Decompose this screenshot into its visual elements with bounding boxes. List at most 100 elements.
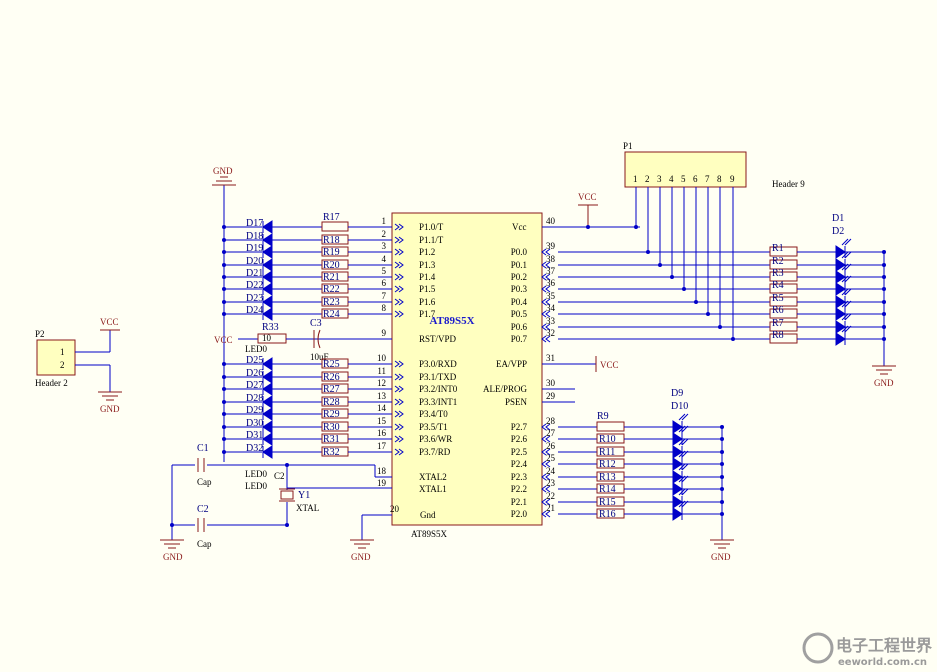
p1-led[interactable] [262, 282, 273, 296]
p3-resistor-label: R30 [323, 422, 340, 433]
reset-led-label: LED0 [245, 344, 267, 354]
p3-led[interactable] [262, 445, 273, 459]
mcu-right-pin-name: P2.0 [511, 509, 528, 519]
p3-led[interactable] [262, 382, 273, 396]
p3-led[interactable] [262, 432, 273, 446]
p0-resistor-label: R8 [772, 330, 784, 341]
p1-led[interactable] [262, 220, 273, 234]
mcu-right-pin-name: P0.6 [511, 322, 528, 332]
p3-led[interactable] [262, 370, 273, 384]
p0-resistor-label: R2 [772, 256, 784, 267]
vcc-label-reset: VCC [214, 335, 233, 345]
watermark-line1: 电子工程世界 [836, 636, 932, 655]
static-wiring: AT89S5X AT89S5X Vcc 40 VCC Gnd 20 GND P1… [35, 141, 896, 562]
mcu-left-pin-name: P1.1/T [419, 235, 444, 245]
header2-name: Header 2 [35, 378, 68, 388]
gnd-label-top-left: GND [213, 166, 233, 176]
p1-led[interactable] [262, 295, 273, 309]
p3-led[interactable] [262, 357, 273, 371]
header2-designator: P2 [35, 329, 45, 339]
crystal-c2: C2 [197, 504, 209, 515]
mcu-right-pin-num: 32 [546, 328, 555, 338]
p1-resistor-label: R17 [323, 212, 340, 223]
header9-body[interactable] [624, 151, 747, 188]
vcc-label-top: VCC [578, 192, 597, 202]
p3-resistor-label: R26 [323, 372, 340, 383]
header9-pin-group: 123456789 [633, 174, 735, 341]
mcu-left-pin-num: 12 [377, 378, 386, 388]
p3-led-label: D25 [246, 355, 263, 366]
mcu-left-pin-num: 19 [377, 478, 387, 488]
p1-resistor-label: R19 [323, 247, 340, 258]
mcu-right-pin-num: 35 [546, 291, 556, 301]
p3-led-label: D32 [246, 443, 263, 454]
p1-led-label: D22 [246, 280, 263, 291]
p1-resistor-label: R20 [323, 260, 340, 271]
mcu-left-pin-num: 16 [377, 428, 387, 438]
gnd-label-mcu: GND [351, 552, 371, 562]
p2-resistor-label: R14 [599, 484, 616, 495]
header9-pin-num: 5 [681, 174, 686, 184]
mcu-right-pin-name: P0.2 [511, 272, 527, 282]
p1-led[interactable] [262, 245, 273, 259]
watermark-line2: eeworld.com.cn [838, 657, 927, 668]
p1-led[interactable] [262, 233, 273, 247]
crystal-c1-value: Cap [197, 477, 212, 487]
mcu-left-pin-num: 14 [377, 403, 387, 413]
mcu-right-pin-name: ALE/PROG [483, 384, 528, 394]
mcu-left-pin-name: P3.6/WR [419, 434, 452, 444]
header9-pin-num: 9 [730, 174, 735, 184]
p1-led[interactable] [262, 307, 273, 321]
crystal-led-label: LED0 [245, 469, 267, 479]
p0-resistor-label: R7 [772, 318, 784, 329]
mcu-left-pin-num: 15 [377, 416, 387, 426]
header2-pin2: 2 [60, 360, 65, 370]
mcu-right-pin-name: P0.4 [511, 297, 528, 307]
p0-led-d1: D1 [832, 213, 844, 224]
p3-led[interactable] [262, 420, 273, 434]
p1-resistor-label: R23 [323, 297, 340, 308]
mcu-left-pin-name: P1.0/T [419, 222, 444, 232]
p3-led[interactable] [262, 407, 273, 421]
mcu-right-pin-name: P2.1 [511, 497, 527, 507]
p2-resistor-label: R13 [599, 472, 616, 483]
gnd-label-p2: GND [711, 552, 731, 562]
p1-resistor[interactable] [321, 221, 349, 232]
mcu-right-pin-name: P2.5 [511, 447, 528, 457]
p3-led-label: D27 [246, 380, 263, 391]
mcu-right-pin-num: 30 [546, 378, 556, 388]
p1-led[interactable] [262, 258, 273, 272]
reset-resistor-value: 10 [262, 333, 272, 343]
header9-pin-num: 8 [717, 174, 722, 184]
crystal-cmid: C2 [274, 471, 285, 481]
mcu-right-pin-name: P2.3 [511, 472, 528, 482]
mcu-vcc-pin: 40 [546, 216, 556, 226]
mcu-left-pin-name: P1.5 [419, 284, 436, 294]
mcu-right-pin-num: 31 [546, 353, 555, 363]
mcu-right-pin-num: 24 [546, 466, 556, 476]
p1-led[interactable] [262, 270, 273, 284]
p1-led-label: D17 [246, 218, 263, 229]
mcu-right-pin-name: PSEN [505, 397, 528, 407]
p0-resistor-label: R3 [772, 268, 784, 279]
gnd-label-crystal: GND [163, 552, 183, 562]
p3-led-label: D26 [246, 368, 263, 379]
mcu-left-pin-num: 8 [382, 303, 387, 313]
crystal-c2-value: Cap [197, 539, 212, 549]
mcu-right-pin-name: P2.7 [511, 422, 528, 432]
p3-led-label: D29 [246, 405, 263, 416]
mcu-right-pin-num: 33 [546, 316, 556, 326]
mcu-left-pin-name: P1.7 [419, 309, 436, 319]
p3-resistor-label: R27 [323, 384, 340, 395]
gnd-label-header2: GND [100, 404, 120, 414]
header2-body[interactable] [36, 339, 76, 376]
mcu-left-pin-name: P3.0/RXD [419, 359, 457, 369]
mcu-right-pin-num: 29 [546, 391, 556, 401]
p3-led[interactable] [262, 395, 273, 409]
mcu-right-pin-num: 28 [546, 416, 556, 426]
p2-led-d10: D10 [671, 401, 688, 412]
p2-resistor[interactable] [596, 421, 625, 432]
p0-led[interactable] [835, 238, 852, 259]
header9-name: Header 9 [772, 179, 805, 189]
crystal-c1: C1 [197, 443, 209, 454]
